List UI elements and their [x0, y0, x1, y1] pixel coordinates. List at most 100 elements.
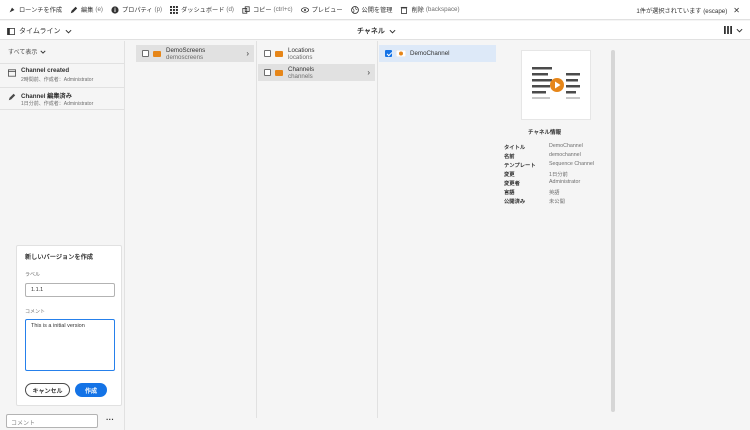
channel-thumbnail-icon [396, 50, 406, 57]
copy-icon [242, 5, 250, 14]
rail-toggle[interactable]: タイムライン [7, 26, 72, 36]
comment-input[interactable]: コメント [6, 414, 98, 428]
item-subtitle: demoscreens [166, 53, 204, 61]
action-bar: ローンチを作成 編集 (e) プロパティ (p) ダッシュボード (d) コピー… [0, 0, 750, 20]
item-checkbox[interactable] [264, 50, 271, 57]
more-icon[interactable]: ··· [106, 415, 114, 424]
filter-dropdown[interactable]: すべて表示 [8, 47, 46, 56]
eye-icon [300, 6, 309, 13]
create-launch-label: ローンチを作成 [19, 7, 63, 14]
view-switcher[interactable] [724, 26, 743, 34]
item-title: Channels [288, 65, 315, 73]
rail-panel-icon [7, 27, 15, 35]
properties-label: プロパティ [121, 7, 153, 14]
selection-status-text: 1件が選択されています (escape) [636, 8, 728, 15]
filter-label: すべて表示 [8, 50, 38, 56]
preview-button[interactable]: プレビュー [300, 5, 343, 14]
delete-label: 削除 [411, 7, 424, 14]
column-item-channels[interactable]: Channels channels › [258, 64, 375, 81]
item-subtitle: locations [288, 53, 313, 61]
info-row: 言語 英語 [504, 188, 594, 197]
chevron-down-icon [389, 29, 396, 34]
folder-icon [153, 50, 161, 57]
info-value: 未公開 [549, 199, 565, 205]
chevron-right-icon: › [246, 49, 249, 58]
rocket-icon [9, 7, 15, 12]
close-icon[interactable]: ✕ [733, 6, 740, 15]
item-subtitle: channels [288, 72, 313, 80]
version-comment-textarea[interactable]: This is a initial version [25, 319, 115, 371]
version-label-caption: ラベル [25, 272, 41, 278]
trash-icon [401, 6, 408, 14]
create-version-title: 新しいバージョンを作成 [25, 254, 93, 261]
version-comment-caption: コメント [25, 309, 46, 315]
copy-label: コピー [252, 7, 272, 14]
edit-shortcut: (e) [95, 6, 103, 13]
properties-button[interactable]: プロパティ (p) [111, 5, 162, 14]
info-value: 1日分前 [549, 172, 568, 178]
page-title: チャネル [357, 28, 385, 35]
properties-shortcut: (p) [154, 6, 163, 13]
delete-button[interactable]: 削除 (backspace) [400, 5, 460, 14]
channel-info-heading: チャネル情報 [528, 130, 561, 136]
pencil-icon [70, 6, 78, 13]
channel-preview-image [532, 67, 580, 99]
version-label-input[interactable]: 1.1.1 [25, 283, 115, 297]
vertical-scrollbar[interactable] [611, 50, 615, 412]
create-launch-button[interactable]: ローンチを作成 [8, 5, 62, 14]
item-checkbox[interactable] [385, 50, 392, 57]
info-value: Administrator [549, 179, 581, 185]
column-item-demochannel[interactable]: DemoChannel [379, 45, 496, 62]
edit-label: 編集 [81, 7, 94, 14]
document-icon [8, 69, 16, 77]
cancel-button[interactable]: キャンセル [25, 383, 70, 397]
timeline-item[interactable]: Channel created 2時間前、作成者：Administrator [0, 63, 124, 86]
copy-button[interactable]: コピー (ctrl+c) [242, 5, 293, 14]
view-title[interactable]: チャネル [357, 26, 396, 36]
preview-label: プレビュー [311, 7, 343, 14]
info-key: 言語 [504, 190, 515, 196]
item-title: DemoChannel [410, 50, 450, 57]
rail-label: タイムライン [19, 28, 61, 35]
info-row: 変更 1日分前 [504, 170, 594, 179]
info-key: テンプレート [504, 163, 536, 169]
info-key: 変更者 [504, 181, 520, 187]
info-key: 名前 [504, 154, 515, 160]
info-row: タイトル DemoChannel [504, 143, 594, 152]
edit-button[interactable]: 編集 (e) [70, 5, 103, 14]
timeline-item-meta: 2時間前、作成者：Administrator [21, 77, 94, 83]
item-checkbox[interactable] [264, 69, 271, 76]
timeline-item[interactable]: Channel 編集済み 1日分前、作成者：Administrator [0, 87, 124, 110]
info-row: テンプレート Sequence Channel [504, 161, 594, 170]
dashboard-button[interactable]: ダッシュボード (d) [170, 5, 234, 14]
chevron-down-icon [736, 28, 743, 33]
item-title: DemoScreens [166, 46, 206, 54]
manage-publication-label: 公開を管理 [361, 7, 393, 14]
info-value: Sequence Channel [549, 161, 595, 167]
info-key: 変更 [504, 172, 515, 178]
column-item-demoscreens[interactable]: DemoScreens demoscreens › [136, 45, 254, 62]
info-value: DemoChannel [549, 143, 583, 149]
timeline-item-title: Channel 編集済み [21, 93, 72, 100]
delete-shortcut: (backspace) [425, 6, 460, 13]
manage-publication-button[interactable]: 公開を管理 [350, 5, 393, 14]
dashboard-label: ダッシュボード [181, 7, 225, 14]
info-key: タイトル [504, 145, 526, 151]
info-row: 公開済み 未公開 [504, 197, 594, 206]
grid-icon [170, 5, 179, 14]
chevron-down-icon [65, 29, 72, 34]
column-divider [256, 41, 257, 418]
info-row: 名前 demochannel [504, 152, 594, 161]
folder-icon [275, 69, 283, 76]
column-view-icon [724, 26, 732, 34]
timeline-item-meta: 1日分前、作成者：Administrator [21, 101, 94, 107]
create-version-panel: 新しいバージョンを作成 ラベル 1.1.1 コメント This is a ini… [16, 245, 122, 406]
column-item-locations[interactable]: Locations locations [258, 45, 375, 62]
item-checkbox[interactable] [142, 50, 149, 57]
header-bar: タイムライン チャネル [0, 21, 750, 40]
folder-icon [275, 50, 283, 57]
create-button[interactable]: 作成 [75, 383, 107, 397]
copy-shortcut: (ctrl+c) [273, 6, 293, 13]
item-title: Locations [288, 46, 315, 54]
channel-preview-thumbnail [521, 50, 591, 120]
